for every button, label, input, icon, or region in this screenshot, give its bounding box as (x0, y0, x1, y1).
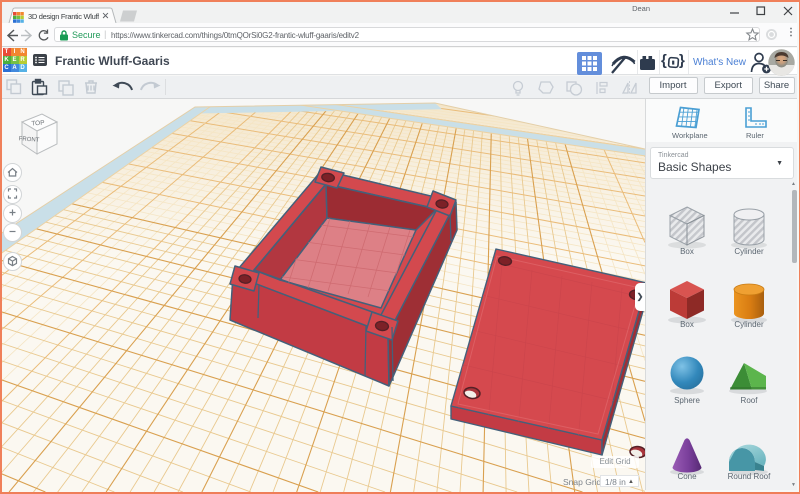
svg-text:Cylinder: Cylinder (734, 247, 764, 256)
svg-text:TOP: TOP (31, 120, 45, 128)
svg-text:Round Roof: Round Roof (728, 472, 771, 481)
svg-text:Cylinder: Cylinder (734, 320, 764, 329)
svg-text:Cone: Cone (677, 472, 697, 481)
svg-text:Box: Box (680, 320, 694, 329)
svg-text:Roof: Roof (741, 396, 759, 405)
svg-text:Sphere: Sphere (674, 396, 700, 405)
svg-text:Box: Box (680, 247, 694, 256)
